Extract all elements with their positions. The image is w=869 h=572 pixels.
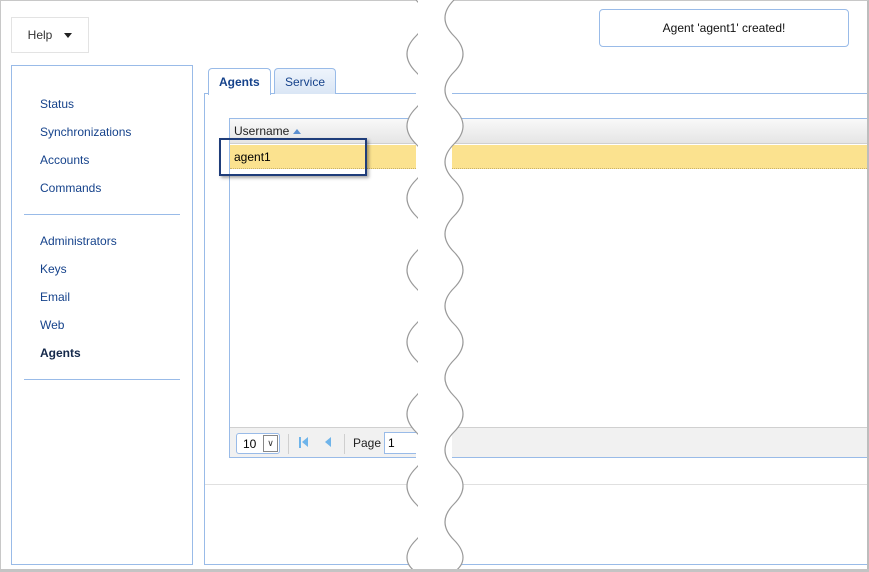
sidebar-item-web[interactable]: Web xyxy=(40,318,64,332)
sidebar-item-agents[interactable]: Agents xyxy=(40,346,81,360)
notification-message: Agent 'agent1' created! xyxy=(662,21,786,35)
table-row-continued[interactable] xyxy=(450,145,867,169)
page-label: Page xyxy=(353,436,382,450)
table-row[interactable]: agent1 xyxy=(230,145,416,169)
panel-divider-continued xyxy=(450,484,867,485)
sidebar-item-status[interactable]: Status xyxy=(40,97,74,111)
chevron-down-icon[interactable]: ∨ xyxy=(263,435,278,452)
sidebar-item-accounts[interactable]: Accounts xyxy=(40,153,89,167)
right-fragment: Agent 'agent1' created! xyxy=(450,0,869,572)
sidebar-divider xyxy=(24,214,180,215)
help-label: Help xyxy=(27,28,53,42)
notification-toast: Agent 'agent1' created! xyxy=(599,9,849,47)
toolbar-separator xyxy=(288,434,289,454)
sort-ascending-icon xyxy=(293,128,302,134)
agents-grid-continued xyxy=(450,118,867,458)
screenshot-frame: Help Status Synchronizations Accounts Co… xyxy=(0,0,869,572)
sidebar-nav: Status Synchronizations Accounts Command… xyxy=(11,65,193,565)
column-username-label: Username xyxy=(234,124,290,138)
page-size-select[interactable]: 10 ∨ xyxy=(236,433,280,454)
sidebar-item-administrators[interactable]: Administrators xyxy=(40,234,117,248)
previous-page-icon[interactable] xyxy=(322,437,336,449)
sidebar-item-keys[interactable]: Keys xyxy=(40,262,67,276)
page-size-value: 10 xyxy=(243,436,257,451)
sidebar-item-synchronizations[interactable]: Synchronizations xyxy=(40,125,131,139)
paging-toolbar: 10 ∨ Page xyxy=(230,427,416,457)
sidebar-divider xyxy=(24,379,180,380)
paging-toolbar-continued xyxy=(450,427,867,457)
page-number-input[interactable] xyxy=(384,432,416,454)
grid-header-continued xyxy=(450,119,867,144)
sidebar-item-email[interactable]: Email xyxy=(40,290,70,304)
toolbar-separator xyxy=(344,434,345,454)
left-fragment: Help Status Synchronizations Accounts Co… xyxy=(0,0,416,572)
tab-service[interactable]: Service xyxy=(274,68,337,94)
first-page-icon[interactable] xyxy=(298,437,312,449)
tab-agents[interactable]: Agents xyxy=(208,68,271,95)
panel-divider xyxy=(205,484,416,485)
help-menu-button[interactable]: Help xyxy=(11,17,89,53)
caret-down-icon xyxy=(64,32,73,38)
agents-grid: Username agent1 10 ∨ Page xyxy=(229,118,416,458)
grid-header: Username xyxy=(230,119,416,144)
column-header-username[interactable]: Username xyxy=(234,124,302,138)
cell-username: agent1 xyxy=(234,150,271,164)
sidebar-item-commands[interactable]: Commands xyxy=(40,181,101,195)
